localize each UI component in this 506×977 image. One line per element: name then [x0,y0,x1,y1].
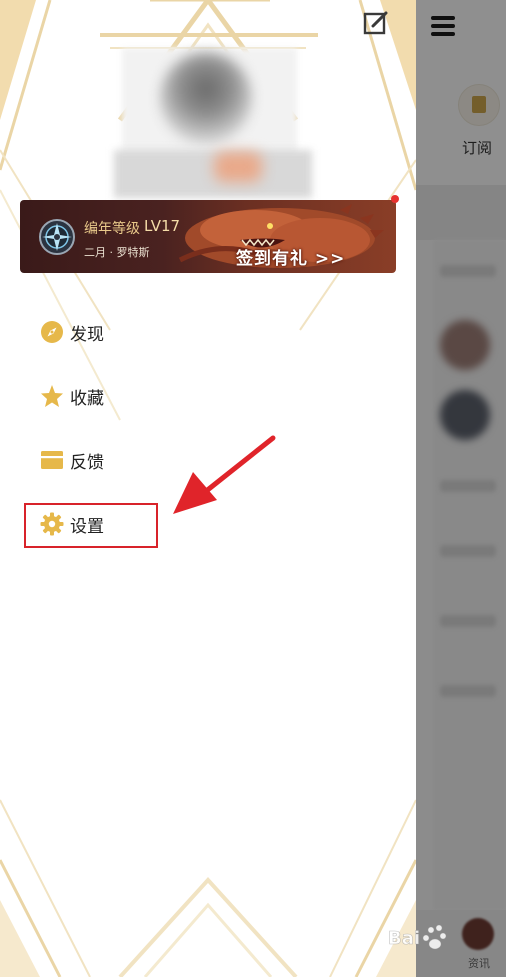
user-badge-blurred [214,152,262,182]
nav-item-discover[interactable]: 发现 [40,317,150,347]
feedback-box-icon [41,451,63,469]
level-checkin-banner[interactable]: 编年等级 LV17 二月 · 罗特斯 签到有礼 >> [20,200,396,273]
subscribe-book-icon[interactable] [458,84,500,126]
rank-emblem-icon [39,219,75,255]
star-icon [41,385,63,407]
nav-item-label: 反馈 [70,453,104,473]
avatar[interactable] [160,52,252,144]
level-title: 编年等级 [84,221,140,237]
nav-item-label: 收藏 [70,389,104,409]
feed-placeholder-bar [440,545,496,557]
notification-dot [391,195,399,203]
feed-placeholder-bar [440,265,496,277]
checkin-button-text[interactable]: 签到有礼 >> [236,244,345,269]
feed-thumbnail [440,320,490,370]
nav-item-favorites[interactable]: 收藏 [40,381,150,411]
annotation-arrow-icon [173,435,276,514]
svg-text:Bai: Bai [388,928,420,949]
feed-placeholder-bar [440,480,496,492]
edit-profile-icon[interactable] [362,8,390,36]
main-screen-divider [416,185,506,240]
feed-placeholder-bar [440,685,496,697]
nav-item-label: 发现 [70,325,104,345]
subscribe-label[interactable]: 订阅 [462,137,492,158]
user-server-info: 二月 · 罗特斯 [84,246,150,259]
settings-highlight-box [24,503,158,548]
username-blurred [114,150,312,198]
feed-placeholder-bar [440,615,496,627]
hamburger-menu-icon[interactable] [431,14,457,38]
baidu-jingyan-watermark: Bai [388,924,447,950]
feed-thumbnail [440,390,490,440]
navigation-drawer: 编年等级 LV17 二月 · 罗特斯 签到有礼 >> 发现 收藏 反馈 设置 [0,0,416,977]
nav-item-feedback[interactable]: 反馈 [40,445,150,475]
compass-icon [41,321,63,343]
